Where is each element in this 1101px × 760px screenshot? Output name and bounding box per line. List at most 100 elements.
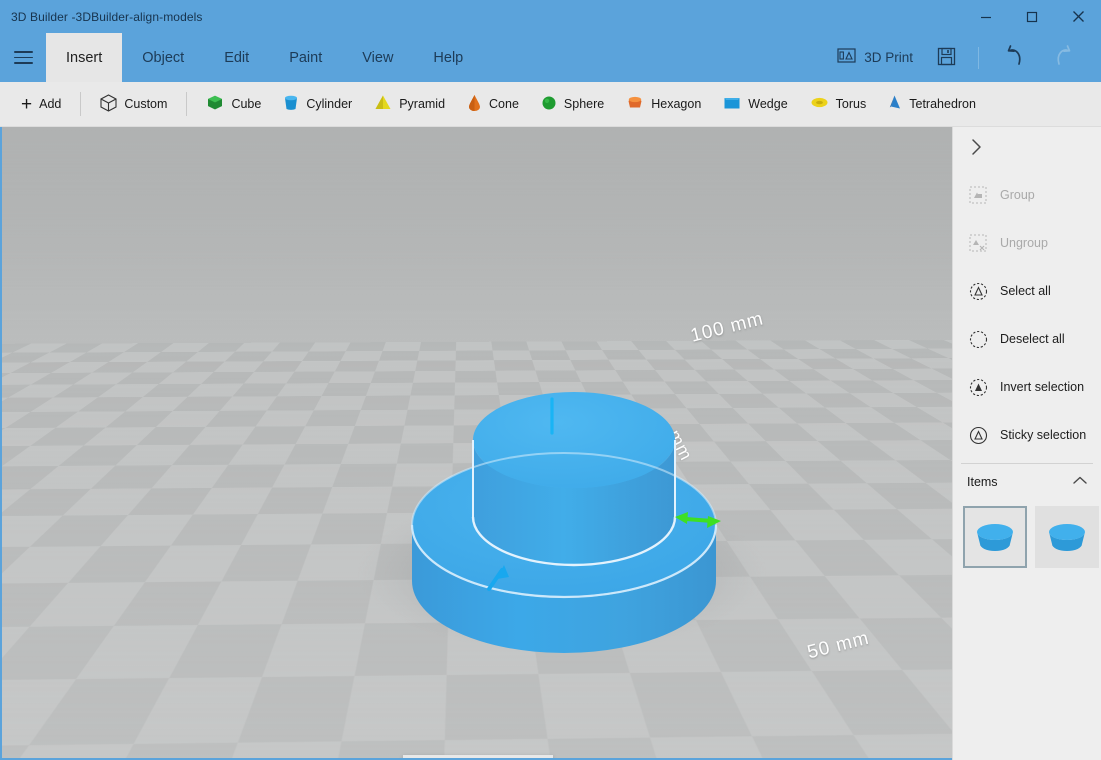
tab-paint-label: Paint <box>289 49 323 66</box>
transform-toolbar[interactable]: 0 mm <box>403 755 553 758</box>
items-section-header[interactable]: Items <box>953 464 1101 500</box>
menu-bar: Insert Object Edit Paint View Help 3D Pr… <box>0 33 1101 82</box>
right-panel: Group Ungroup Select all Deselect all In… <box>952 127 1101 760</box>
group-button[interactable]: Group <box>953 171 1101 219</box>
hamburger-menu-icon[interactable] <box>0 33 46 82</box>
app-window: 3D Builder -3DBuilder-align-models Inser… <box>0 0 1101 760</box>
tab-paint[interactable]: Paint <box>269 33 342 82</box>
shape-pyramid-button[interactable]: Pyramid <box>363 88 456 120</box>
3d-print-icon <box>837 47 856 68</box>
invert-selection-label: Invert selection <box>1000 380 1085 394</box>
deselect-all-icon <box>968 329 988 349</box>
shape-cylinder-button[interactable]: Cylinder <box>272 88 363 120</box>
deselect-all-button[interactable]: Deselect all <box>953 315 1101 363</box>
deselect-all-label: Deselect all <box>1000 332 1065 346</box>
tab-help[interactable]: Help <box>413 33 483 82</box>
tab-edit-label: Edit <box>224 49 250 66</box>
sticky-selection-icon <box>968 425 988 445</box>
wedge-label: Wedge <box>748 97 788 111</box>
shape-torus-button[interactable]: Torus <box>799 88 878 120</box>
close-button[interactable] <box>1055 0 1101 33</box>
thumb-cylinder-icon <box>977 524 1013 551</box>
tab-insert[interactable]: Insert <box>46 33 123 82</box>
3d-print-label: 3D Print <box>864 50 913 65</box>
upper-cylinder-top <box>473 392 675 488</box>
ribbon-divider-1 <box>80 92 82 116</box>
items-title: Items <box>967 475 998 489</box>
ungroup-icon <box>968 233 988 253</box>
ungroup-label: Ungroup <box>1000 236 1048 250</box>
shape-cube-button[interactable]: Cube <box>195 88 272 120</box>
ungroup-button[interactable]: Ungroup <box>953 219 1101 267</box>
window-controls <box>963 0 1101 33</box>
undo-icon <box>1001 44 1027 71</box>
sphere-label: Sphere <box>563 97 605 111</box>
cube-icon <box>206 94 224 114</box>
expand-panel-button[interactable] <box>953 127 1101 171</box>
main-area: 100 mm 50 mm mm Group Ungroup Select all… <box>0 127 1101 760</box>
item-thumb-1[interactable] <box>963 506 1027 568</box>
minimize-button[interactable] <box>963 0 1009 33</box>
custom-label: Custom <box>124 97 168 111</box>
tab-view-label: View <box>362 49 394 66</box>
shape-wedge-button[interactable]: Wedge <box>712 88 798 120</box>
save-button[interactable] <box>925 33 968 82</box>
group-icon <box>968 185 988 205</box>
pyramid-icon <box>374 94 392 114</box>
wedge-icon <box>723 95 741 114</box>
undo-button[interactable] <box>989 33 1039 82</box>
tab-view[interactable]: View <box>342 33 413 82</box>
select-all-label: Select all <box>1000 284 1051 298</box>
invert-selection-button[interactable]: Invert selection <box>953 363 1101 411</box>
save-icon <box>937 47 956 69</box>
tetrahedron-label: Tetrahedron <box>909 97 976 111</box>
cube-label: Cube <box>231 97 262 111</box>
cone-label: Cone <box>489 97 519 111</box>
custom-shape-icon <box>100 93 117 115</box>
group-label: Group <box>1000 188 1035 202</box>
model-stacked-cylinders[interactable] <box>2 127 952 757</box>
tab-help-label: Help <box>433 49 464 66</box>
thumb-cylinder-icon <box>1049 524 1085 551</box>
pyramid-label: Pyramid <box>399 97 446 111</box>
cylinder-icon <box>283 94 299 115</box>
tab-object[interactable]: Object <box>122 33 204 82</box>
title-bar: 3D Builder -3DBuilder-align-models <box>0 0 1101 33</box>
hexagon-label: Hexagon <box>651 97 702 111</box>
window-title: 3D Builder -3DBuilder-align-models <box>11 9 203 24</box>
sticky-selection-button[interactable]: Sticky selection <box>953 411 1101 459</box>
sphere-icon <box>541 95 557 114</box>
3d-print-button[interactable]: 3D Print <box>825 33 925 82</box>
add-button[interactable]: + Add <box>10 88 72 120</box>
redo-button[interactable] <box>1039 33 1089 82</box>
redo-icon <box>1051 44 1077 71</box>
hexagon-icon <box>626 94 644 114</box>
tab-insert-label: Insert <box>66 49 103 66</box>
cylinder-label: Cylinder <box>306 97 353 111</box>
torus-label: Torus <box>835 97 867 111</box>
cone-icon <box>467 94 482 115</box>
sticky-selection-label: Sticky selection <box>1000 428 1087 442</box>
torus-icon <box>810 95 829 113</box>
shape-tetrahedron-button[interactable]: Tetrahedron <box>877 88 987 120</box>
tetrahedron-icon <box>888 94 902 114</box>
shape-hexagon-button[interactable]: Hexagon <box>615 88 712 120</box>
menu-actions: 3D Print <box>825 33 1101 82</box>
tab-object-label: Object <box>142 49 185 66</box>
chevron-up-icon[interactable] <box>1072 475 1088 489</box>
ribbon-divider-2 <box>186 92 188 116</box>
transform-tool-buttons <box>403 755 553 758</box>
items-thumbnail-list <box>953 500 1101 568</box>
toolbar-divider <box>978 46 979 69</box>
panel-filler <box>953 568 1101 760</box>
custom-button[interactable]: Custom <box>89 88 178 120</box>
plus-icon: + <box>21 93 33 115</box>
tab-edit[interactable]: Edit <box>204 33 269 82</box>
shape-cone-button[interactable]: Cone <box>456 88 530 120</box>
add-label: Add <box>39 97 62 111</box>
shape-sphere-button[interactable]: Sphere <box>530 88 615 120</box>
item-thumb-2[interactable] <box>1035 506 1099 568</box>
3d-viewport[interactable]: 100 mm 50 mm mm <box>0 127 952 760</box>
select-all-button[interactable]: Select all <box>953 267 1101 315</box>
maximize-button[interactable] <box>1009 0 1055 33</box>
